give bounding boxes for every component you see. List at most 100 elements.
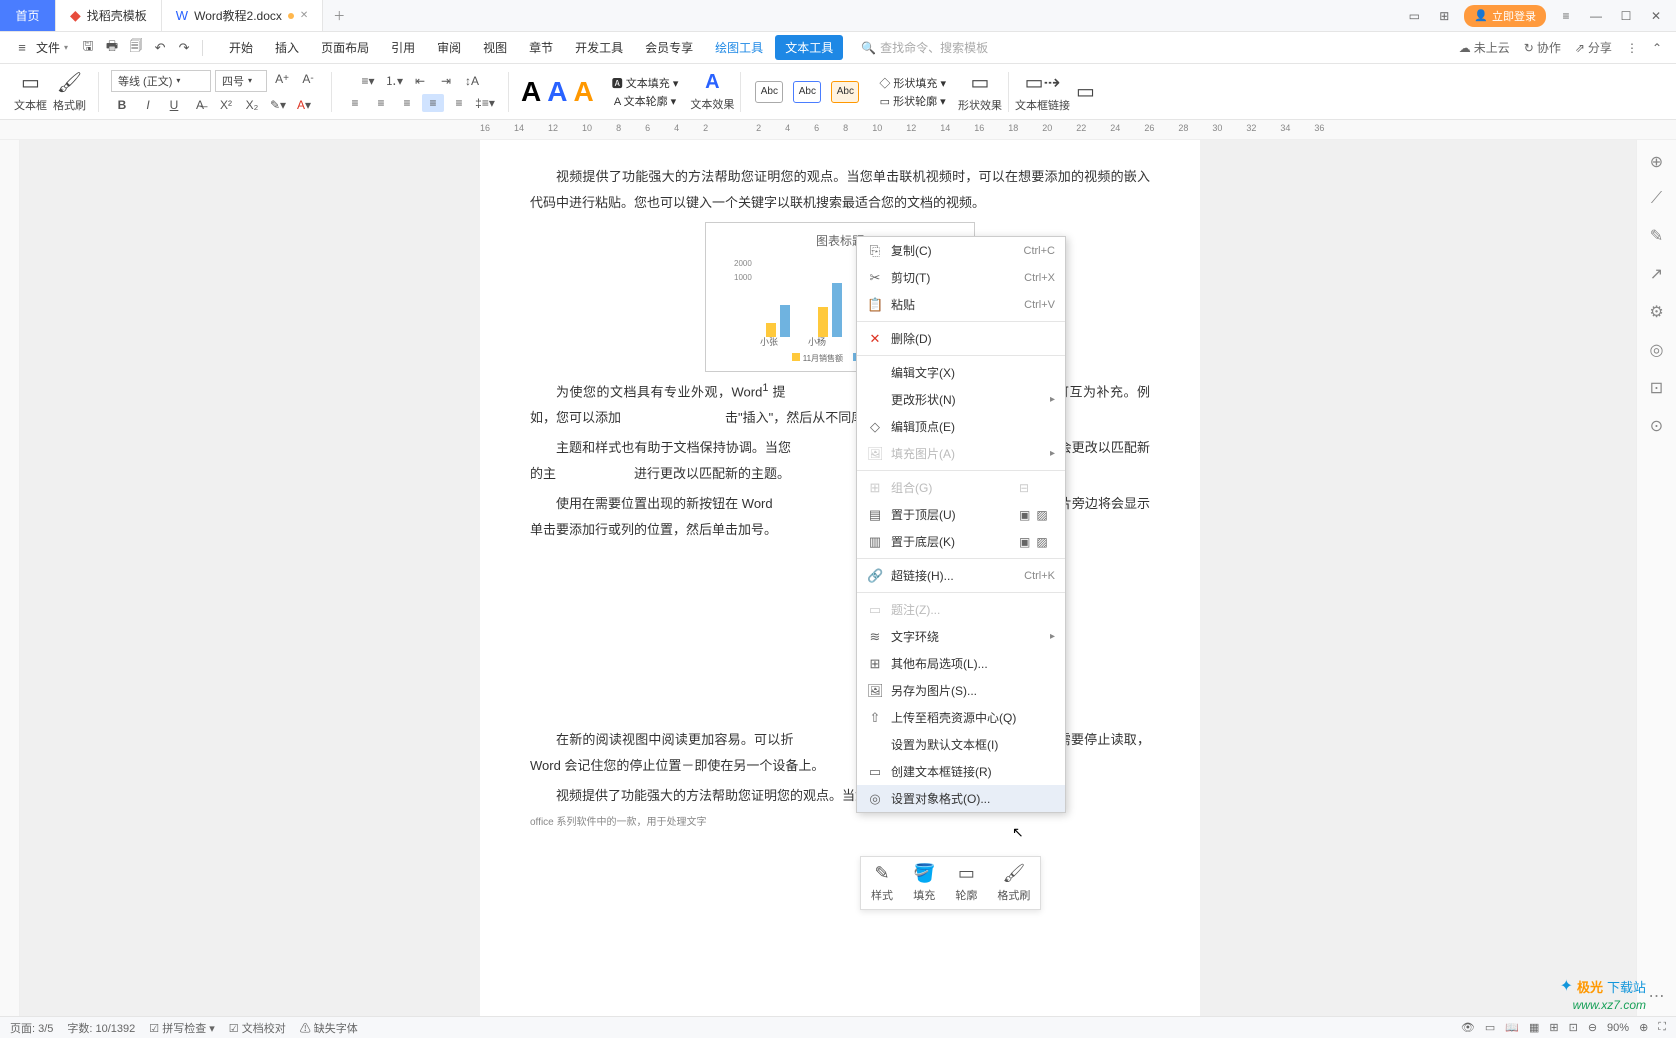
grid-icon[interactable]: ⊞ [1434, 9, 1454, 23]
textbox-button[interactable]: ▭ 文本框 [14, 70, 47, 113]
tab-add-button[interactable]: ＋ [323, 0, 355, 31]
close-button[interactable]: ✕ [1646, 9, 1666, 23]
ctx-layout-options[interactable]: ⊞其他布局选项(L)... [857, 650, 1065, 677]
ribbon-tab-reference[interactable]: 引用 [381, 35, 425, 60]
fullscreen-icon[interactable]: ⛶ [1658, 1021, 1666, 1034]
side-ellipsis-icon[interactable]: ⋯ [1649, 986, 1665, 1006]
coop-button[interactable]: ↻协作 [1524, 39, 1561, 56]
zoom-level[interactable]: 90% [1607, 1022, 1629, 1034]
numbering-button[interactable]: ⒈▾ [383, 72, 405, 90]
link-textbox-button[interactable]: ▭⇢ 文本框链接 [1015, 70, 1070, 113]
align-right-button[interactable]: ≡ [396, 94, 418, 112]
ctx-save-as-pic[interactable]: 🖼另存为图片(S)... [857, 677, 1065, 704]
ctx-edit-text[interactable]: 编辑文字(X) [857, 359, 1065, 386]
style-a1[interactable]: A [521, 76, 541, 108]
ribbon-tab-dev[interactable]: 开发工具 [565, 35, 633, 60]
ctx-copy[interactable]: ⎘复制(C)Ctrl+C [857, 237, 1065, 264]
italic-button[interactable]: I [137, 96, 159, 114]
ribbon-tab-view[interactable]: 视图 [473, 35, 517, 60]
view-page-icon[interactable]: ▭ [1485, 1021, 1495, 1034]
zoom-in-button[interactable]: ⊕ [1639, 1021, 1648, 1034]
float-fill[interactable]: 🪣填充 [903, 857, 945, 909]
text-style-gallery[interactable]: A A A [521, 76, 594, 108]
ctx-create-link[interactable]: ▭创建文本框链接(R) [857, 758, 1065, 785]
font-name-select[interactable]: 等线 (正文)▾ [111, 70, 211, 92]
strike-button[interactable]: A̶ [189, 96, 211, 114]
float-style[interactable]: ✎样式 [861, 857, 903, 909]
font-size-select[interactable]: 四号▾ [215, 70, 267, 92]
status-spell[interactable]: ☑ 拼写检查 ▾ [149, 1020, 215, 1036]
layout-icon[interactable]: ▭ [1404, 9, 1424, 23]
redo-icon[interactable]: ↷ [174, 40, 194, 56]
ribbon-tab-section[interactable]: 章节 [519, 35, 563, 60]
save-icon[interactable]: 🖫 [78, 37, 98, 59]
increase-font-icon[interactable]: A+ [271, 70, 293, 88]
command-search[interactable]: 🔍 查找命令、搜索模板 [861, 39, 988, 56]
subscript-button[interactable]: X₂ [241, 96, 263, 114]
view-outline-icon[interactable]: ▦ [1529, 1021, 1539, 1034]
align-left-button[interactable]: ≡ [344, 94, 366, 112]
float-painter[interactable]: 🖌格式刷 [987, 857, 1040, 909]
preview-icon[interactable]: 🗐 [126, 37, 146, 59]
side-help-icon[interactable]: ⊙ [1650, 416, 1663, 436]
tab-template[interactable]: ◆ 找稻壳模板 [56, 0, 162, 31]
text-dir-button[interactable]: ↕A [461, 72, 483, 90]
back-icon-a[interactable]: ▣ [1019, 535, 1030, 549]
print-icon[interactable]: 🖶 [102, 37, 122, 59]
share-button[interactable]: ⇗分享 [1575, 39, 1612, 56]
text-outline-button[interactable]: A 文本轮廓 ▾ [614, 93, 676, 109]
front-icon-b[interactable]: ▨ [1036, 508, 1047, 522]
bullets-button[interactable]: ≡▾ [357, 72, 379, 90]
status-missing-font[interactable]: ⚠ 缺失字体 [300, 1020, 358, 1036]
zoom-fit-icon[interactable]: ⊡ [1569, 1021, 1578, 1034]
ribbon-tab-text-tools[interactable]: 文本工具 [775, 35, 843, 60]
maximize-button[interactable]: ☐ [1616, 9, 1636, 23]
text-effect-button[interactable]: A 文本效果 [690, 71, 734, 112]
ribbon-tab-review[interactable]: 审阅 [427, 35, 471, 60]
indent-dec-button[interactable]: ⇤ [409, 72, 431, 90]
style-a2[interactable]: A [547, 76, 567, 108]
ctx-edit-points[interactable]: ◇编辑顶点(E) [857, 413, 1065, 440]
indent-inc-button[interactable]: ⇥ [435, 72, 457, 90]
ctx-cut[interactable]: ✂剪切(T)Ctrl+X [857, 264, 1065, 291]
cloud-status[interactable]: ☁未上云 [1459, 39, 1510, 56]
ctx-bring-front[interactable]: ▤置于顶层(U) [857, 501, 1019, 528]
menu-icon[interactable]: ≡ [1556, 9, 1576, 23]
format-painter-button[interactable]: 🖌 格式刷 [53, 70, 86, 113]
side-pen-icon[interactable]: ✎ [1650, 226, 1663, 246]
ribbon-tab-vip[interactable]: 会员专享 [635, 35, 703, 60]
ctx-set-default[interactable]: 设置为默认文本框(I) [857, 731, 1065, 758]
tab-close-icon[interactable]: ✕ [300, 10, 308, 21]
align-justify-button[interactable]: ≡ [422, 94, 444, 112]
front-icon-a[interactable]: ▣ [1019, 508, 1030, 522]
side-bookmark-icon[interactable]: ◎ [1650, 340, 1664, 360]
align-center-button[interactable]: ≡ [370, 94, 392, 112]
ribbon-tab-layout[interactable]: 页面布局 [311, 35, 379, 60]
status-proof[interactable]: ☑ 文档校对 [229, 1020, 286, 1036]
undo-icon[interactable]: ↶ [150, 40, 170, 56]
shape-outline-button[interactable]: ▭ 形状轮廓 ▾ [880, 93, 946, 109]
float-outline[interactable]: ▭轮廓 [945, 857, 987, 909]
ribbon-tab-draw-tools[interactable]: 绘图工具 [705, 35, 773, 60]
ribbon-tab-start[interactable]: 开始 [219, 35, 263, 60]
ctx-paste[interactable]: 📋粘贴Ctrl+V [857, 291, 1065, 318]
line-spacing-button[interactable]: ‡≡▾ [474, 94, 496, 112]
ctx-hyperlink[interactable]: 🔗超链接(H)...Ctrl+K [857, 562, 1065, 589]
underline-button[interactable]: U [163, 96, 185, 114]
more-icon[interactable]: ⋮ [1626, 41, 1638, 55]
file-menu[interactable]: ≡ 文件 ▾ [6, 39, 74, 56]
ctx-wrap[interactable]: ≋文字环绕▸ [857, 623, 1065, 650]
ctx-delete[interactable]: ✕删除(D) [857, 325, 1065, 352]
style-a3[interactable]: A [573, 76, 593, 108]
font-color-button[interactable]: A▾ [293, 96, 315, 114]
ribbon-tab-insert[interactable]: 插入 [265, 35, 309, 60]
back-icon-b[interactable]: ▨ [1036, 535, 1047, 549]
shape-fill-button[interactable]: ◇ 形状填充 ▾ [879, 75, 946, 91]
text-fill-button[interactable]: 🅰 文本填充 ▾ [612, 75, 679, 91]
bold-button[interactable]: B [111, 96, 133, 114]
ctx-send-back[interactable]: ▥置于底层(K) [857, 528, 1019, 555]
superscript-button[interactable]: X² [215, 96, 237, 114]
status-page[interactable]: 页面: 3/5 [10, 1020, 53, 1036]
decrease-font-icon[interactable]: A- [297, 70, 319, 88]
side-settings-icon[interactable]: ⚙ [1649, 302, 1663, 322]
